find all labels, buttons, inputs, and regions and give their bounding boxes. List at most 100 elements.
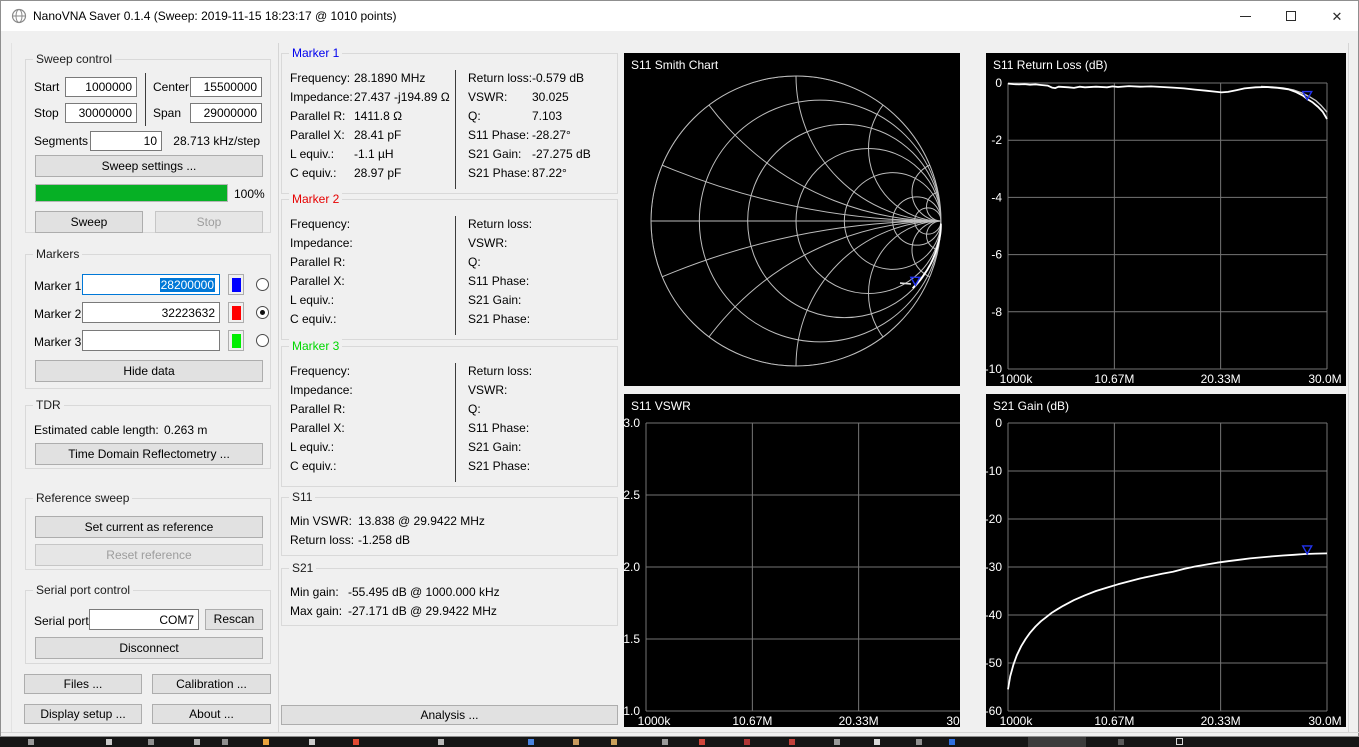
marker3-color-button[interactable] — [228, 330, 244, 351]
taskbar-icon[interactable] — [222, 739, 228, 745]
marker3-radio[interactable] — [256, 334, 269, 347]
set-reference-button[interactable]: Set current as reference — [35, 516, 263, 538]
s21-gain-chart[interactable]: 0 -10 -20 -30 -40 -50 -60 1000k 10.67M 20.33M 30.0… — [986, 394, 1346, 727]
field-label: S11 Phase: — [468, 127, 530, 142]
title-bar[interactable]: NanoVNA Saver 0.1.4 (Sweep: 2019-11-15 1… — [1, 1, 1358, 31]
calibration-button[interactable]: Calibration ... — [152, 674, 271, 694]
taskbar-icon[interactable] — [949, 739, 955, 745]
segments-input[interactable]: 10 — [90, 131, 162, 151]
taskbar-icon[interactable] — [28, 739, 34, 745]
taskbar-icon[interactable] — [662, 739, 668, 745]
svg-text:30.0M: 30.0M — [946, 714, 960, 727]
taskbar-icon[interactable] — [874, 739, 880, 745]
field-label: Max gain: — [290, 603, 343, 618]
group-title: Reference sweep — [33, 491, 133, 505]
progress-fill — [36, 185, 227, 201]
sweep-settings-button[interactable]: Sweep settings ... — [35, 155, 263, 177]
marker3-detail-title: Marker 3 — [289, 339, 343, 353]
marker2-radio[interactable] — [256, 306, 269, 319]
display-setup-button[interactable]: Display setup ... — [24, 704, 142, 724]
about-button[interactable]: About ... — [152, 704, 271, 724]
svg-text:S11 Smith Chart: S11 Smith Chart — [631, 58, 719, 72]
field-label: Return loss: — [290, 532, 355, 547]
taskbar-active-app[interactable] — [1028, 737, 1086, 747]
field-row: Return loss: — [468, 361, 613, 380]
taskbar-icon[interactable] — [309, 739, 315, 745]
taskbar-icon[interactable] — [194, 739, 200, 745]
center-input[interactable]: 15500000 — [190, 77, 262, 97]
windows-taskbar[interactable] — [0, 737, 1359, 747]
panel-divider — [278, 43, 279, 732]
s11-vswr-chart[interactable]: 3.02.52.01.51.01000k10.67M20.33M30.0MS11… — [624, 394, 960, 727]
field-row: Q: 7.103 — [468, 106, 613, 125]
marker1-color-button[interactable] — [228, 274, 244, 295]
span-input[interactable]: 29000000 — [190, 103, 262, 123]
serial-port-input[interactable]: COM7 — [89, 609, 199, 630]
svg-text:-2: -2 — [991, 133, 1002, 147]
marker2-input[interactable]: 32223632 — [82, 302, 220, 323]
marker1-input[interactable]: 28200000 — [82, 274, 220, 295]
field-row: S21 Phase: 87.22° — [468, 163, 613, 182]
cable-length-label: Estimated cable length: — [34, 423, 159, 437]
hide-data-button[interactable]: Hide data — [35, 360, 263, 382]
minimize-button[interactable] — [1222, 1, 1268, 31]
app-icon — [11, 8, 27, 27]
field-value: 1411.8 Ω — [354, 108, 403, 123]
field-label: Return loss: — [468, 70, 533, 85]
taskbar-icon[interactable] — [611, 739, 617, 745]
taskbar-icon[interactable] — [573, 739, 579, 745]
field-label: Return loss: — [468, 216, 533, 231]
stop-input[interactable]: 30000000 — [65, 103, 137, 123]
taskbar-icon[interactable] — [528, 739, 534, 745]
taskbar-icon[interactable] — [1118, 739, 1124, 745]
field-row: S21 Gain: -27.275 dB — [468, 144, 613, 163]
marker2-color-button[interactable] — [228, 302, 244, 323]
taskbar-icon[interactable] — [789, 739, 795, 745]
field-row: Parallel R: — [290, 252, 452, 271]
taskbar-icon[interactable] — [438, 739, 444, 745]
marker1-detail-group: Marker 1 Frequency: 28.1890 MHz Impedance:… — [281, 46, 618, 194]
sweep-button[interactable]: Sweep — [35, 211, 143, 233]
taskbar-icon[interactable] — [353, 739, 359, 745]
files-button[interactable]: Files ... — [24, 674, 142, 694]
reset-reference-button[interactable]: Reset reference — [35, 544, 263, 566]
field-label: VSWR: — [468, 235, 508, 250]
start-input[interactable]: 1000000 — [65, 77, 137, 97]
rescan-button[interactable]: Rescan — [205, 609, 263, 630]
marker1-radio[interactable] — [256, 278, 269, 291]
taskbar-icon[interactable] — [148, 739, 154, 745]
field-value: 28.1890 MHz — [354, 70, 426, 85]
taskbar-icon[interactable] — [744, 739, 750, 745]
tdr-group: TDR Estimated cable length: 0.263 m Time… — [25, 398, 271, 469]
reference-sweep-group: Reference sweep Set current as reference… — [25, 491, 271, 570]
column-divider — [455, 70, 456, 189]
stop-button[interactable]: Stop — [155, 211, 263, 233]
taskbar-icon[interactable] — [1176, 738, 1183, 745]
taskbar-icon[interactable] — [699, 739, 705, 745]
taskbar-icon[interactable] — [916, 739, 922, 745]
s11-smith-chart[interactable]: S11 Smith Chart — [624, 53, 960, 386]
svg-text:S11 VSWR: S11 VSWR — [631, 399, 691, 413]
field-value: 87.22° — [532, 165, 567, 180]
marker3-input[interactable] — [82, 330, 220, 351]
field-row: Parallel R: — [290, 399, 452, 418]
disconnect-button[interactable]: Disconnect — [35, 637, 263, 659]
close-button[interactable]: ✕ — [1314, 1, 1359, 31]
tdr-button[interactable]: Time Domain Reflectometry ... — [35, 443, 263, 465]
field-row: Parallel X: — [290, 418, 452, 437]
svg-text:-4: -4 — [991, 190, 1002, 204]
segments-label: Segments — [34, 134, 89, 148]
field-value: 13.838 @ 29.9422 MHz — [358, 513, 485, 528]
taskbar-icon[interactable] — [263, 739, 269, 745]
taskbar-icon[interactable] — [834, 739, 840, 745]
taskbar-icon[interactable] — [106, 739, 112, 745]
field-label: Return loss: — [468, 363, 533, 378]
svg-text:2.0: 2.0 — [624, 560, 640, 574]
markers-group: Markers Marker 1 28200000 Marker 2 32223… — [25, 247, 271, 389]
svg-text:20.33M: 20.33M — [1201, 714, 1241, 727]
s11-return-loss-chart[interactable]: 0 -2 -4 -6 -8 -10 1000k 10.67M 20.33M 30.0M S11 Re… — [986, 53, 1346, 386]
maximize-button[interactable] — [1268, 1, 1314, 31]
analysis-button[interactable]: Analysis ... — [281, 705, 618, 725]
svg-text:-40: -40 — [986, 608, 1002, 622]
field-row: Impedance: — [290, 380, 452, 399]
